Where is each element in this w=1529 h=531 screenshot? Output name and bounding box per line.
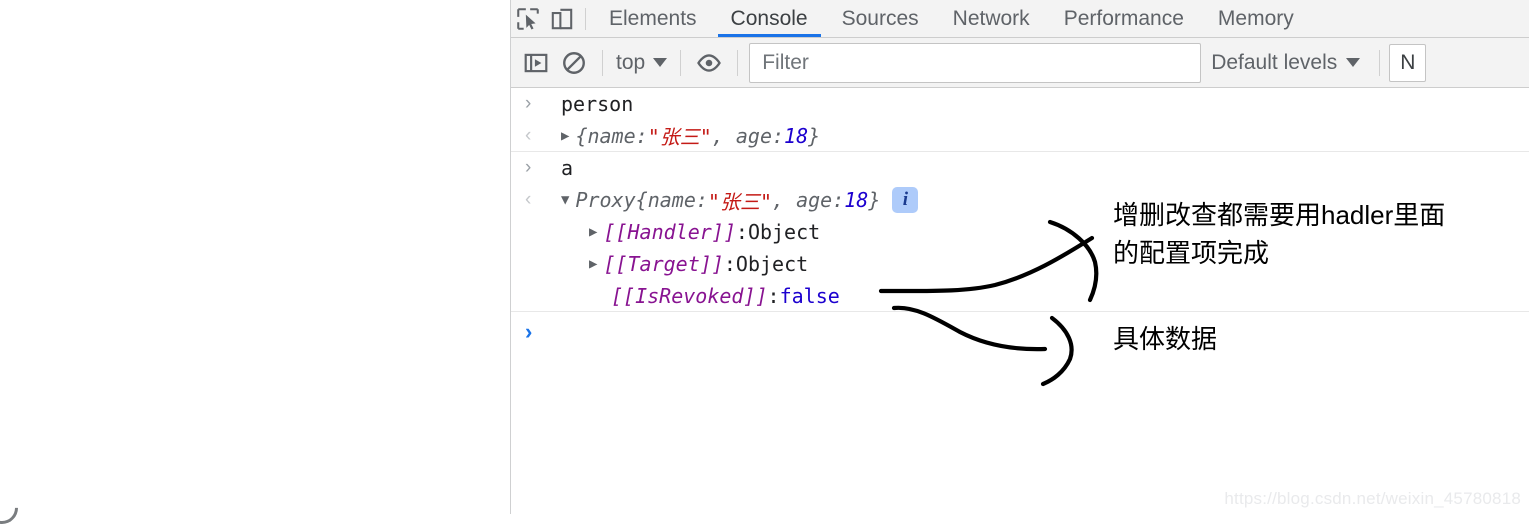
object-preview-number-value: 18 <box>784 123 809 148</box>
execution-context-selector[interactable]: top <box>612 51 671 75</box>
tab-sources[interactable]: Sources <box>825 1 936 37</box>
console-input-row[interactable]: › a <box>511 152 1529 184</box>
tab-memory[interactable]: Memory <box>1201 1 1311 37</box>
annotation-text-handler: 增删改查都需要用hadler里面 的配置项完成 <box>1113 200 1446 268</box>
object-preview-sep: , age: <box>772 188 845 212</box>
console-input-text: a <box>561 156 574 180</box>
object-preview-close: } <box>808 123 821 148</box>
object-preview-open: {name: <box>635 188 708 212</box>
live-expression-eye-icon[interactable] <box>690 44 728 82</box>
output-chevron-icon: ‹ <box>525 124 532 146</box>
console-sidebar-icon[interactable] <box>517 44 555 82</box>
filter-input[interactable] <box>749 42 1202 83</box>
info-icon[interactable]: i <box>892 187 919 213</box>
object-preview-open: {name: <box>575 123 648 148</box>
page-corner-decoration <box>0 485 25 531</box>
toolbar-divider-4 <box>1379 49 1381 76</box>
console-toolbar: top Default levels N <box>511 38 1529 88</box>
input-chevron-icon: › <box>525 157 532 178</box>
toolbar-divider-1 <box>602 49 603 76</box>
inspect-element-icon[interactable] <box>511 2 545 36</box>
tab-performance[interactable]: Performance <box>1047 1 1201 37</box>
tabstrip-divider <box>585 7 586 30</box>
devtools-tab-strip: Elements Console Sources Network Perform… <box>511 0 1529 38</box>
property-value: false <box>779 283 840 308</box>
property-key: [[IsRevoked]] <box>611 283 768 308</box>
annotation-text-data: 具体数据 <box>1113 324 1218 354</box>
input-chevron-icon: › <box>525 93 532 114</box>
issues-button[interactable]: N <box>1389 43 1427 82</box>
console-message-list: › person ‹ {name: "张三" , age: 18 } › a ‹… <box>511 88 1529 514</box>
console-input-row[interactable]: › person <box>511 88 1529 120</box>
property-separator: : <box>723 252 736 276</box>
disclosure-triangle-icon[interactable] <box>561 192 569 208</box>
property-key: [[Target]] <box>603 252 724 276</box>
tab-console[interactable]: Console <box>714 1 825 37</box>
log-level-label: Default levels <box>1211 50 1338 74</box>
console-output-row[interactable]: ‹ {name: "张三" , age: 18 } <box>511 120 1529 152</box>
chevron-down-icon <box>653 58 668 67</box>
property-value[interactable]: Object <box>748 220 820 244</box>
prompt-chevron-icon: › <box>525 319 533 344</box>
watermark: https://blog.csdn.net/weixin_45780818 <box>1224 489 1521 508</box>
object-preview-sep: , age: <box>711 123 785 148</box>
toolbar-divider-2 <box>680 49 682 76</box>
proxy-property-row[interactable]: [[IsRevoked]] : false <box>511 280 1529 312</box>
tab-elements[interactable]: Elements <box>592 1 714 37</box>
chevron-down-icon <box>1346 58 1361 67</box>
proxy-label: Proxy <box>575 188 636 212</box>
object-preview-close: } <box>868 188 881 212</box>
output-chevron-icon: ‹ <box>525 189 532 210</box>
clear-console-icon[interactable] <box>555 44 593 82</box>
property-key: [[Handler]] <box>603 220 736 244</box>
disclosure-triangle-icon[interactable] <box>589 256 597 272</box>
tab-network[interactable]: Network <box>936 1 1047 37</box>
device-toolbar-icon[interactable] <box>545 2 579 36</box>
property-separator: : <box>735 220 748 244</box>
console-input-text: person <box>561 92 634 116</box>
disclosure-triangle-icon[interactable] <box>561 128 569 144</box>
toolbar-divider-3 <box>737 49 739 76</box>
object-preview-number-value: 18 <box>844 188 869 212</box>
web-page-content-area <box>0 0 510 531</box>
property-value[interactable]: Object <box>736 252 808 276</box>
object-preview-string-value: "张三" <box>647 125 712 149</box>
disclosure-triangle-icon[interactable] <box>589 224 597 240</box>
property-separator: : <box>767 283 780 308</box>
object-preview-string-value: "张三" <box>707 189 772 214</box>
execution-context-label: top <box>616 50 646 74</box>
log-level-selector[interactable]: Default levels <box>1201 51 1370 75</box>
